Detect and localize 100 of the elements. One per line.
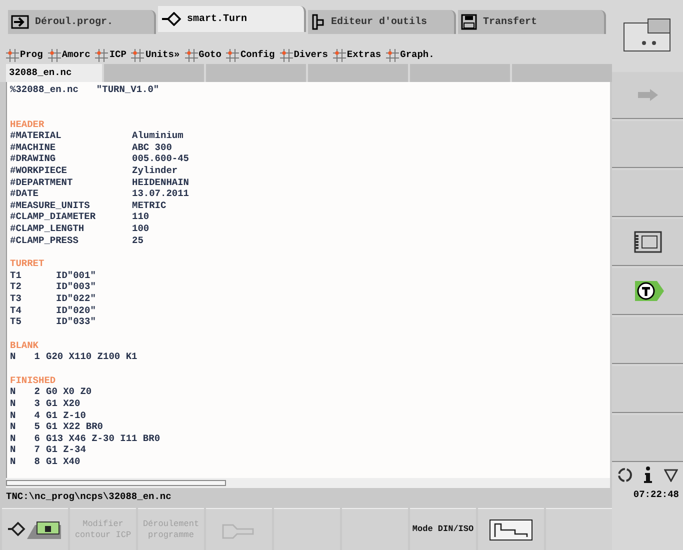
block-letter: N: [10, 410, 17, 422]
triangle-down-icon[interactable]: [664, 468, 678, 482]
tool-id: ID"033": [56, 316, 96, 328]
file-tab[interactable]: 32088_en.nc: [6, 64, 102, 82]
block-number: 4: [33, 410, 40, 422]
app-tab[interactable]: Déroul.progr.: [8, 10, 156, 34]
field-name: #WORKPIECE: [10, 164, 68, 177]
field-value: 005.600-45: [132, 153, 190, 165]
field-name: #CLAMP_PRESS: [10, 234, 80, 246]
menu-item[interactable]: Units»: [131, 48, 180, 62]
field-value: 25: [132, 234, 144, 246]
field-name: #MEASURE_UNITS: [10, 200, 91, 212]
field-value: 13.07.2011: [132, 188, 190, 200]
block-number: 3: [33, 398, 40, 410]
field-value: 110: [132, 211, 150, 223]
tool-number: T5: [10, 316, 22, 328]
menu-item[interactable]: Config: [226, 48, 275, 62]
menu-item[interactable]: ICP: [95, 48, 126, 62]
block-number: 5: [33, 421, 40, 433]
empty-softkey[interactable]: [612, 121, 683, 168]
section-label: TURRET: [10, 258, 44, 270]
block-letter: N: [10, 444, 17, 456]
menu-item[interactable]: Extras: [332, 48, 382, 62]
file-path-text: TNC:\nc_prog\ncps\32088_en.nc: [6, 490, 172, 504]
side-softkey[interactable]: [612, 219, 683, 266]
field-value: Aluminium: [132, 130, 184, 142]
grid-icon: [386, 48, 400, 62]
grid-icon: [280, 48, 293, 62]
block-number: 6: [33, 432, 40, 444]
softkey[interactable]: [478, 508, 544, 550]
field-name: #CLAMP_LENGTH: [10, 222, 86, 235]
block-number: 2: [33, 386, 40, 398]
nc-code: G20 X110 Z100 K1: [46, 351, 138, 363]
menu-item[interactable]: Amorc: [48, 48, 90, 62]
block-number: 8: [33, 456, 40, 468]
machine-icon: [622, 17, 674, 53]
menu-item[interactable]: Graph.: [386, 48, 434, 62]
block-number: 7: [33, 444, 40, 456]
grid-icon: [184, 48, 198, 62]
empty-softkey[interactable]: [612, 366, 683, 413]
tool-holder-icon: [311, 14, 325, 30]
field-value: 100: [132, 222, 150, 235]
diamond-arrow-icon: [161, 12, 181, 26]
block-letter: N: [10, 351, 17, 363]
section-label: HEADER: [10, 118, 44, 130]
block-number: 1: [33, 351, 40, 363]
nc-code: G13 X46 Z-30 I11 BR0: [46, 432, 160, 444]
block-letter: N: [10, 386, 17, 398]
block-letter: N: [10, 421, 17, 433]
scrollbar-thumb[interactable]: [6, 480, 226, 486]
field-name: #DATE: [10, 188, 40, 200]
field-name: #MACHINE: [10, 142, 57, 154]
softkey[interactable]: [2, 508, 68, 550]
program-name-text: "TURN_V1.0": [96, 84, 160, 96]
tool-id: ID"003": [56, 281, 96, 293]
tool-id: ID"020": [56, 304, 96, 316]
grid-icon: [226, 48, 240, 62]
contour-profile-icon: [489, 518, 533, 540]
block-letter: N: [10, 432, 17, 444]
app-tab[interactable]: smart.Turn: [158, 6, 306, 32]
block-letter: N: [10, 398, 17, 410]
grid-icon: [48, 48, 61, 62]
refresh-icon[interactable]: [617, 467, 634, 483]
clock-text: 07:22:48: [633, 488, 679, 502]
app-tab[interactable]: Transfert: [458, 10, 606, 34]
field-value: ABC 300: [132, 142, 172, 154]
nc-code: G1 X20: [46, 398, 80, 410]
grid-icon: [131, 48, 144, 62]
tool-id: ID"022": [56, 292, 96, 304]
nc-code: G1 X40: [46, 456, 80, 468]
menu-item[interactable]: Goto: [184, 48, 222, 62]
menu-item[interactable]: Prog: [6, 48, 43, 62]
field-name: #CLAMP_DIAMETER: [10, 211, 97, 223]
field-name: #DRAWING: [10, 153, 57, 165]
tool-number: T4: [10, 304, 22, 316]
field-value: Zylinder: [132, 164, 178, 177]
softkey[interactable]: Mode DIN/ISO: [410, 508, 476, 550]
arrow-into-box-icon: [11, 15, 29, 29]
menu-item[interactable]: Divers: [280, 48, 328, 62]
grid-icon: [332, 48, 346, 62]
section-label: BLANK: [10, 340, 39, 352]
tool-number: T1: [10, 270, 22, 282]
nc-code: G0 X0 Z0: [46, 386, 92, 398]
info-icon[interactable]: [643, 466, 654, 484]
nc-code: G1 Z-34: [46, 444, 86, 456]
field-name: #DEPARTMENT: [10, 176, 74, 188]
app-tab[interactable]: Editeur d'outils: [308, 10, 456, 34]
field-value: HEIDENHAIN: [132, 176, 190, 188]
field-name: #MATERIAL: [10, 130, 62, 142]
program-header-text: %32088_en.nc: [10, 84, 78, 96]
field-value: METRIC: [132, 200, 166, 212]
side-softkey[interactable]: [612, 268, 683, 315]
arrow-right-icon: [636, 89, 658, 101]
section-label: FINISHED: [10, 374, 56, 386]
tool-number: T2: [10, 281, 22, 293]
nc-code: G1 X22 BR0: [46, 421, 104, 433]
tool-id: ID"001": [56, 270, 96, 282]
grid-icon: [6, 48, 19, 62]
tool-number: T3: [10, 292, 22, 304]
block-letter: N: [10, 456, 17, 468]
